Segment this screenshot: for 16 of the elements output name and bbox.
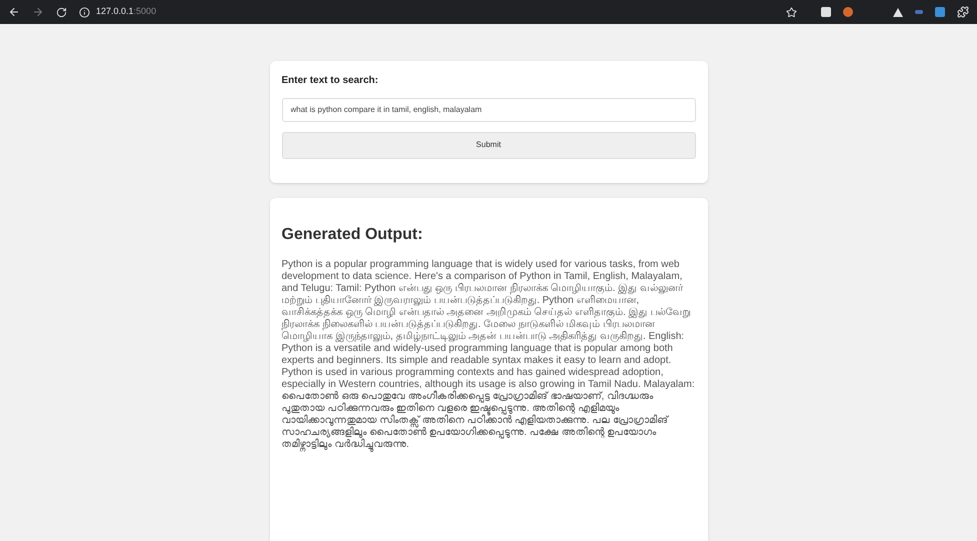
reload-button[interactable] <box>56 6 67 18</box>
output-heading: Generated Output: <box>282 224 424 244</box>
url-text: 127.0.0.1:5000 <box>96 5 156 18</box>
extension-icon[interactable] <box>821 7 831 17</box>
extension-icon[interactable] <box>843 7 853 17</box>
submit-button[interactable]: Submit <box>282 132 696 158</box>
extension-icon[interactable] <box>935 7 945 17</box>
bookmark-star-icon[interactable] <box>786 6 797 18</box>
back-button[interactable] <box>8 6 20 18</box>
output-text: Python is a popular programming language that is widely used for various tasks, from web development to data science. Here's a comparison of Python in Tamil, English, Malayalam, and Telugu: Tamil: Python என்பது ஒரு பிரபலமான நிரலாக்க மொழியாகும். இது வல்லுனர் மற்றும் புதியானோர் இருவராலும் பயன்படுத்தப்படுகிறது. Python எளிமையான, வாசிக்கத்தக்க ஒரு மொழி என்பதால் அதனை அறிமுகம் செய்தல் எளிதாகும். இது பல்வேறு நிரலாக்க நிலைகளில் பயன்படுத்தப்படுகிறது. மேலை நாடுகளில் மிகவும் பிரபலமான மொழியாக இருந்தாலும், தமிழ்நாட்டிலும் அதன் பயன்பாடு அதிகரித்து வருகிறது. English: Python is a versatile and widely-used programming language that is popular among both experts and beginners. Its simple and readable syntax makes it easy to learn and adopt. Python is used in various programming contexts and has gained widespread adoption, especially in Western countries, although its usage is also growing in Tamil Nadu. Malayalam: പൈതോൺ ഒരു പൊതുവേ അംഗീകരിക്കപ്പെട്ട പ്രോഗ്രാമിങ് ഭാഷയാണ്, വിദഗ്ദ്ധരും പുതുതായ പഠിക്കുന്നവരും ഇതിനെ വളരെ ഇഷ്ടപ്പെടുന്നു. അതിന്റെ എളിമയും വായിക്കാവുന്നതുമായ സിംതക്സ് അതിനെ പഠിക്കാൻ എളിയതാക്കുന്നു. പല പ്രോഗ്രാമിങ് സാഹചര്യങ്ങളിലും പൈതോൺ ഉപയോഗിക്കപ്പെടുന്നു. പക്ഷേ അതിന്റെ ഉപയോഗം തമിഴ്നാട്ടിലും വർദ്ധിച്ചുവരുന്നു. <box>282 258 696 450</box>
extension-icon[interactable] <box>915 10 923 14</box>
search-label: Enter text to search: <box>282 74 380 88</box>
search-field[interactable]: what is python compare it in tamil, english, malayalam <box>282 98 696 122</box>
extensions-icon[interactable] <box>957 6 969 18</box>
site-info-icon[interactable] <box>79 6 90 18</box>
forward-button[interactable] <box>32 6 44 18</box>
